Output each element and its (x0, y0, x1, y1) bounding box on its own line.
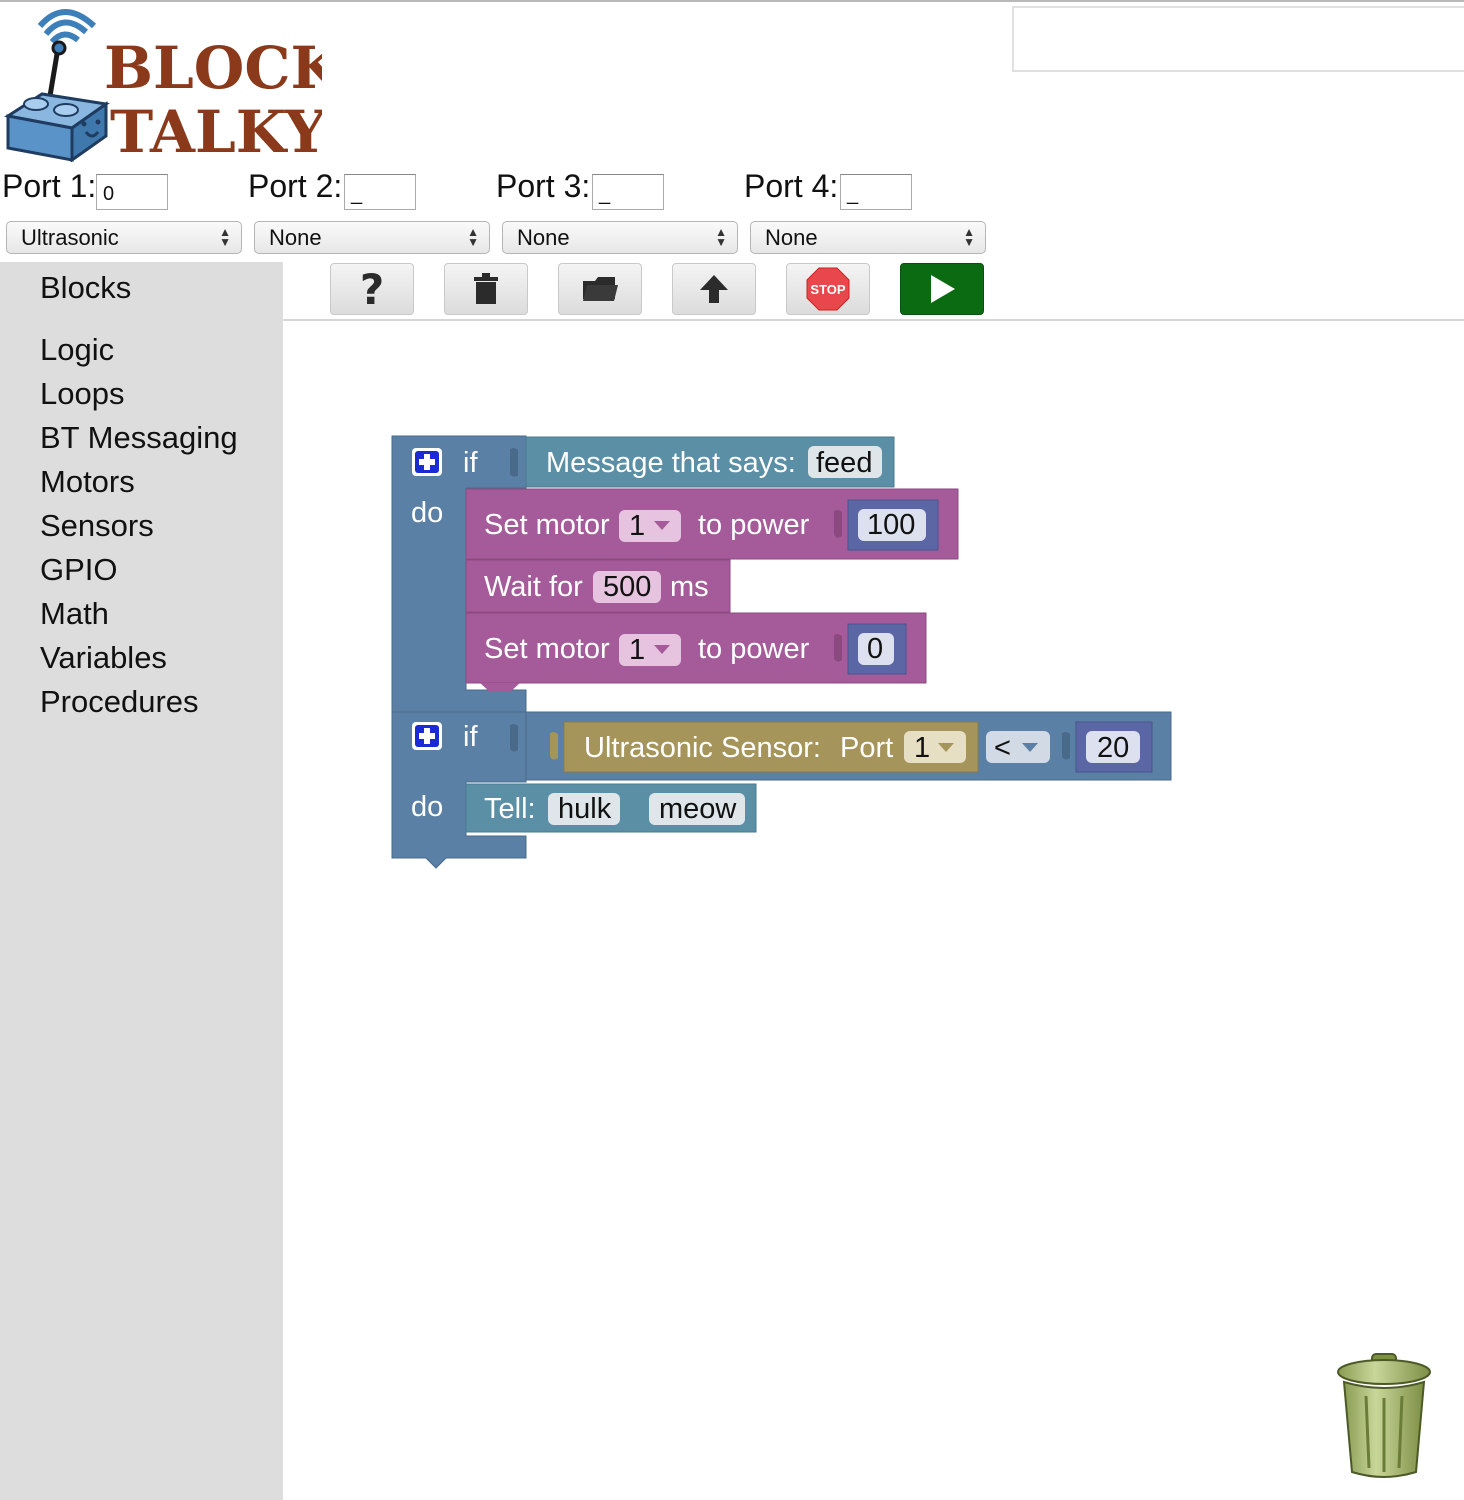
motor-value: 1 (629, 510, 645, 542)
trash-icon (474, 273, 498, 304)
ms-label: ms (670, 571, 709, 603)
set-motor-block-1[interactable]: Set motor 1 to power 100 (465, 488, 959, 560)
if-block-1[interactable]: if do Message that says: feed Set motor … (391, 435, 959, 721)
help-button[interactable]: ? (330, 263, 414, 315)
tell-block[interactable]: Tell: hulk meow (465, 783, 757, 833)
port-label: Port (840, 732, 893, 764)
compare-value[interactable]: 20 (1097, 732, 1129, 764)
wait-for-label: Wait for (484, 571, 583, 603)
port-1-sensor-value: Ultrasonic (21, 225, 119, 250)
if-label: if (463, 447, 478, 479)
question-icon: ? (359, 264, 385, 314)
toolbox-category-bt-messaging[interactable]: BT Messaging (40, 420, 238, 456)
stop-sign-icon: STOP (806, 267, 850, 311)
mutator-plus-icon[interactable] (412, 448, 442, 476)
select-arrows-icon: ▲ ▼ (715, 225, 727, 249)
upload-button[interactable] (672, 263, 756, 315)
port-1-label: Port 1: (2, 168, 97, 204)
port-3-sensor-select[interactable]: None ▲ ▼ (502, 221, 738, 254)
to-power-label: to power (698, 633, 810, 665)
port-2-sensor-select[interactable]: None ▲ ▼ (254, 221, 490, 254)
workspace-trash-icon[interactable] (1334, 1352, 1434, 1482)
toolbox-category-variables[interactable]: Variables (40, 640, 167, 676)
tell-label: Tell: (484, 793, 536, 825)
ultrasonic-sensor-block[interactable]: Ultrasonic Sensor: Port 1 (550, 721, 979, 773)
port-1-input[interactable]: 0 (96, 174, 168, 210)
open-file-button[interactable] (558, 263, 642, 315)
select-arrows-icon: ▲ ▼ (219, 225, 231, 249)
select-arrows-icon: ▲ ▼ (467, 225, 479, 249)
mutator-plus-icon[interactable] (412, 722, 442, 750)
port-2-label: Port 2: (248, 168, 343, 204)
port-4-label: Port 4: (744, 168, 839, 204)
toolbox-category-motors[interactable]: Motors (40, 464, 135, 500)
toolbox-category-logic[interactable]: Logic (40, 332, 114, 368)
run-button[interactable] (900, 263, 984, 315)
tell-target-value: hulk (558, 793, 612, 825)
blocky-talky-logo: BLOCKY TALKY (2, 4, 381, 166)
toolbox-category-math[interactable]: Math (40, 596, 109, 632)
port-1-sensor-select[interactable]: Ultrasonic ▲ ▼ (6, 221, 242, 254)
folder-icon (583, 277, 618, 301)
port-4-sensor-select[interactable]: None ▲ ▼ (750, 221, 986, 254)
set-motor-label: Set motor (484, 509, 610, 541)
upload-arrow-icon (700, 275, 728, 303)
set-motor-block-2[interactable]: Set motor 1 to power 0 (465, 612, 927, 692)
power-value[interactable]: 100 (867, 509, 915, 541)
wait-block[interactable]: Wait for 500 ms (465, 559, 731, 613)
toolbox-category-gpio[interactable]: GPIO (40, 552, 118, 588)
if-block-2[interactable]: if do Ultrasonic Sensor: Port 1 < 20 Tel… (391, 711, 1172, 869)
do-label: do (411, 791, 443, 823)
motor-value: 1 (629, 634, 645, 666)
do-label: do (411, 497, 443, 529)
play-icon (931, 275, 955, 303)
logo-text-blocky: BLOCKY (104, 34, 322, 102)
wait-value: 500 (603, 571, 651, 603)
port-value: 1 (914, 732, 930, 764)
ultrasonic-sensor-label: Ultrasonic Sensor: (584, 732, 821, 764)
delete-all-button[interactable] (444, 263, 528, 315)
toolbox-category-procedures[interactable]: Procedures (40, 684, 199, 720)
blockly-workspace[interactable]: if do Message that says: feed Set motor … (283, 321, 1464, 1500)
port-3-input[interactable]: _ (592, 174, 664, 210)
stop-button[interactable]: STOP (786, 263, 870, 315)
tell-message-value: meow (659, 793, 737, 825)
port-3-sensor-value: None (517, 225, 570, 250)
select-arrows-icon: ▲ ▼ (963, 225, 975, 249)
message-output-box (1012, 6, 1464, 72)
message-says-label: Message that says: (546, 447, 796, 479)
set-motor-label: Set motor (484, 633, 610, 665)
stop-label: STOP (810, 282, 845, 297)
operator-value: < (994, 732, 1011, 764)
power-value[interactable]: 0 (867, 633, 883, 665)
block-toolbox: Blocks Logic Loops BT Messaging Motors S… (0, 262, 283, 1500)
port-2-input[interactable]: _ (344, 174, 416, 210)
logo-text-talky: TALKY (110, 98, 322, 162)
top-border (0, 0, 1464, 2)
toolbox-category-loops[interactable]: Loops (40, 376, 124, 412)
message-value: feed (816, 447, 872, 479)
port-2-sensor-value: None (269, 225, 322, 250)
port-4-sensor-value: None (765, 225, 818, 250)
if-label: if (463, 721, 478, 753)
toolbox-title: Blocks (40, 270, 132, 305)
toolbox-category-sensors[interactable]: Sensors (40, 508, 154, 544)
port-4-input[interactable]: _ (840, 174, 912, 210)
to-power-label: to power (698, 509, 810, 541)
port-3-label: Port 3: (496, 168, 591, 204)
